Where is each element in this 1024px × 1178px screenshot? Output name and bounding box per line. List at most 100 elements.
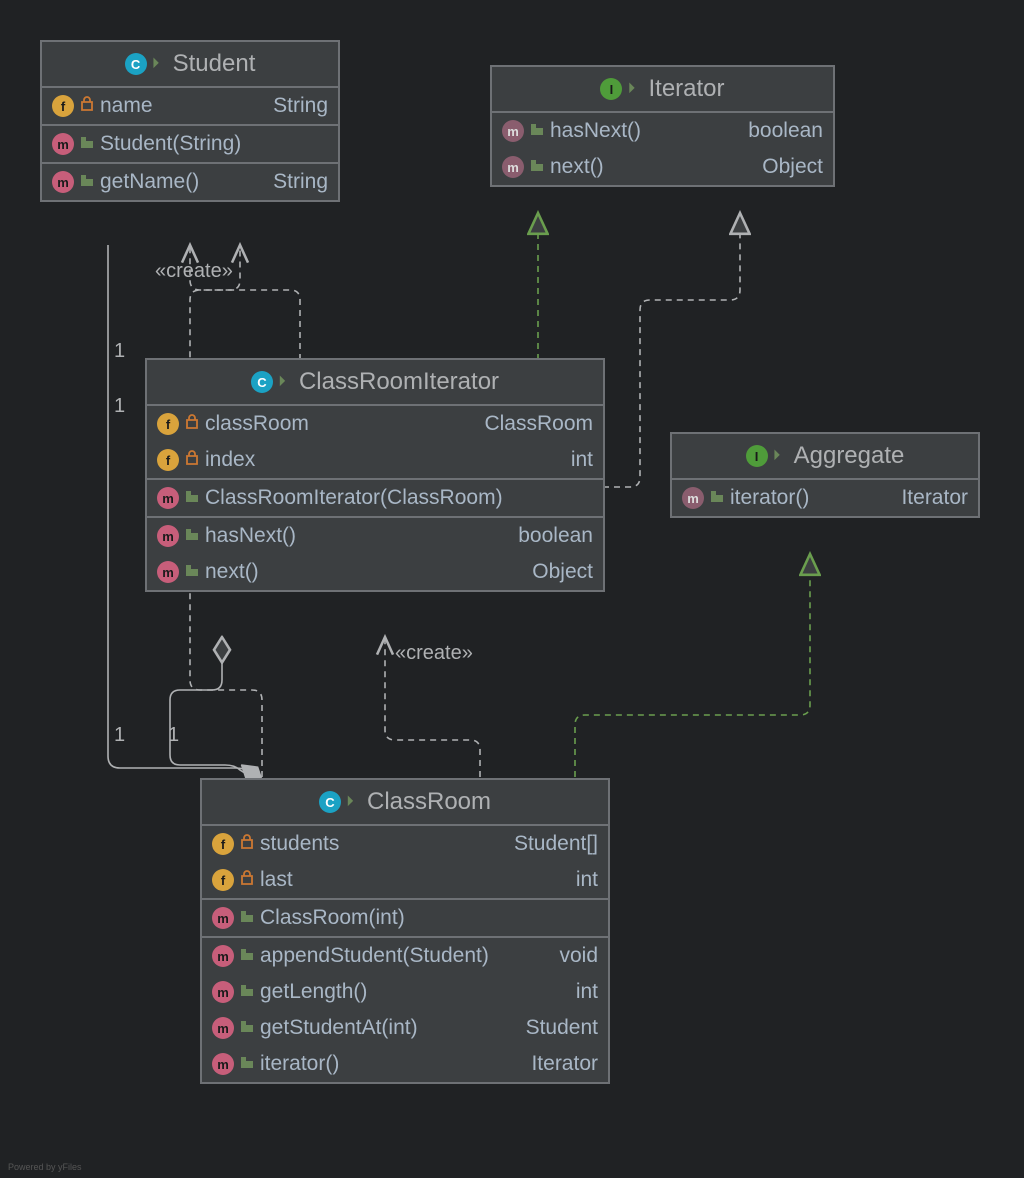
multiplicity-label: 1 — [168, 724, 179, 747]
method-icon: m — [212, 907, 234, 929]
class-header: C 🞂 ClassRoomIterator — [147, 360, 603, 406]
method-icon: m — [157, 561, 179, 583]
multiplicity-label: 1 — [114, 724, 125, 747]
member-type: int — [576, 868, 598, 892]
class-title: ClassRoom — [367, 788, 491, 816]
visibility-icon — [185, 412, 199, 436]
visibility-icon — [185, 560, 199, 584]
member-type: void — [559, 944, 598, 968]
member-type: String — [273, 94, 328, 118]
method-icon: m — [157, 525, 179, 547]
class-header: I 🞂 Iterator — [492, 67, 833, 113]
member-row[interactable]: miterator()Iterator — [672, 480, 978, 516]
method-icon: m — [212, 981, 234, 1003]
field-icon: f — [157, 413, 179, 435]
member-row[interactable]: fnameString — [42, 88, 338, 124]
ctors-section: m ClassRoomIterator(ClassRoom) — [147, 480, 603, 518]
member-row[interactable]: m ClassRoom(int) — [202, 900, 608, 936]
visibility-icon — [240, 1016, 254, 1040]
visibility-icon — [185, 448, 199, 472]
multiplicity-label: 1 — [114, 395, 125, 418]
member-name: next() — [205, 560, 259, 584]
methods-section: miterator()Iterator — [672, 480, 978, 516]
member-row[interactable]: mhasNext()boolean — [492, 113, 833, 149]
method-icon: m — [212, 1053, 234, 1075]
member-row[interactable]: miterator()Iterator — [202, 1046, 608, 1082]
visibility-icon — [240, 1052, 254, 1076]
method-icon: m — [52, 171, 74, 193]
class-classroomiterator[interactable]: C 🞂 ClassRoomIterator fclassRoomClassRoo… — [145, 358, 605, 592]
interface-iterator[interactable]: I 🞂 Iterator mhasNext()booleanmnext()Obj… — [490, 65, 835, 187]
class-icon: C — [125, 53, 147, 75]
methods-section: mhasNext()booleanmnext()Object — [492, 113, 833, 185]
footer-credit: Powered by yFiles — [8, 1162, 82, 1172]
member-row[interactable]: mStudent(String) — [42, 126, 338, 162]
visibility-icon: 🞂 — [628, 80, 642, 98]
member-type: boolean — [518, 524, 593, 548]
visibility-icon: 🞂 — [279, 373, 293, 391]
class-title: Student — [173, 50, 256, 78]
member-name: ClassRoomIterator(ClassRoom) — [205, 486, 503, 510]
member-name: index — [205, 448, 255, 472]
ctors-section: m ClassRoom(int) — [202, 900, 608, 938]
member-type: Object — [532, 560, 593, 584]
methods-section: m hasNext() boolean m next() Object — [147, 518, 603, 590]
visibility-icon — [240, 868, 254, 892]
member-row[interactable]: m hasNext() boolean — [147, 518, 603, 554]
member-name: getLength() — [260, 980, 367, 1004]
visibility-icon — [240, 944, 254, 968]
visibility-icon — [80, 170, 94, 194]
visibility-icon — [240, 906, 254, 930]
class-student[interactable]: C 🞂 Student fnameString mStudent(String)… — [40, 40, 340, 202]
fields-section: fstudentsStudent[]flastint — [202, 826, 608, 900]
visibility-icon — [185, 524, 199, 548]
method-icon: m — [682, 487, 704, 509]
field-icon: f — [52, 95, 74, 117]
member-type: Iterator — [531, 1052, 598, 1076]
member-row[interactable]: mgetStudentAt(int)Student — [202, 1010, 608, 1046]
member-row[interactable]: mgetName()String — [42, 164, 338, 200]
visibility-icon — [710, 486, 724, 510]
member-name: ClassRoom(int) — [260, 906, 405, 930]
member-type: String — [273, 170, 328, 194]
class-icon: C — [251, 371, 273, 393]
member-row[interactable]: flastint — [202, 862, 608, 898]
member-row[interactable]: mnext()Object — [492, 149, 833, 185]
member-name: Student(String) — [100, 132, 241, 156]
member-row[interactable]: fclassRoomClassRoom — [147, 406, 603, 442]
member-row[interactable]: mgetLength()int — [202, 974, 608, 1010]
class-classroom[interactable]: C 🞂 ClassRoom fstudentsStudent[]flastint… — [200, 778, 610, 1084]
member-row[interactable]: fstudentsStudent[] — [202, 826, 608, 862]
member-type: boolean — [748, 119, 823, 143]
fields-section: fnameString — [42, 88, 338, 126]
fields-section: fclassRoomClassRoomfindexint — [147, 406, 603, 480]
member-row[interactable]: m next() Object — [147, 554, 603, 590]
member-name: last — [260, 868, 293, 892]
class-header: C 🞂 Student — [42, 42, 338, 88]
method-icon: m — [502, 156, 524, 178]
visibility-icon — [530, 119, 544, 143]
visibility-icon: 🞂 — [774, 447, 788, 465]
method-icon: m — [157, 487, 179, 509]
member-row[interactable]: mappendStudent(Student)void — [202, 938, 608, 974]
interface-aggregate[interactable]: I 🞂 Aggregate miterator()Iterator — [670, 432, 980, 518]
field-icon: f — [157, 449, 179, 471]
method-icon: m — [212, 945, 234, 967]
member-type: ClassRoom — [484, 412, 593, 436]
member-name: hasNext() — [205, 524, 296, 548]
method-icon: m — [212, 1017, 234, 1039]
multiplicity-label: 1 — [114, 340, 125, 363]
member-row[interactable]: f index int — [147, 442, 603, 478]
member-row[interactable]: m ClassRoomIterator(ClassRoom) — [147, 480, 603, 516]
methods-section: mgetName()String — [42, 164, 338, 200]
member-type: Object — [762, 155, 823, 179]
member-type: int — [571, 448, 593, 472]
visibility-icon: 🞂 — [347, 793, 361, 811]
class-title: Iterator — [648, 75, 724, 103]
create-label: «create» — [395, 642, 473, 665]
member-type: Student[] — [514, 832, 598, 856]
method-icon: m — [502, 120, 524, 142]
member-type: Student — [526, 1016, 598, 1040]
interface-icon: I — [600, 78, 622, 100]
ctors-section: mStudent(String) — [42, 126, 338, 164]
